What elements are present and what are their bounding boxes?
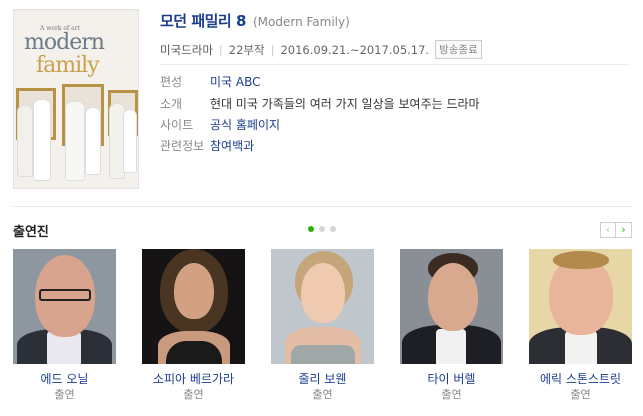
poster-figure xyxy=(110,104,124,178)
cast-name[interactable]: 타이 버렐 xyxy=(390,370,513,387)
cast-card[interactable]: 줄리 보웬 출연 xyxy=(271,249,374,401)
info-divider xyxy=(160,64,630,65)
info-key: 사이트 xyxy=(160,118,194,132)
poster-image[interactable]: A work of art modern family xyxy=(13,9,139,189)
poster-figure xyxy=(34,100,50,180)
cast-card[interactable]: 타이 버렐 출연 xyxy=(400,249,503,401)
cast-role: 출연 xyxy=(183,388,204,401)
meta-separator: | xyxy=(218,42,223,57)
photo-dress xyxy=(291,345,355,364)
info-value-network[interactable]: 미국 ABC xyxy=(210,73,261,90)
pager-dot[interactable] xyxy=(319,226,325,232)
photo-hair xyxy=(553,251,609,269)
info-key: 편성 xyxy=(160,75,183,89)
carousel-nav: ‹ › xyxy=(600,222,632,238)
photo-shirt xyxy=(436,329,466,364)
meta-row: 미국드라마 | 22부작 | 2016.09.21.~2017.05.17. 방… xyxy=(160,40,482,59)
cast-name[interactable]: 에릭 스톤스트릿 xyxy=(519,370,642,387)
chevron-left-icon: ‹ xyxy=(605,223,611,236)
photo-head xyxy=(428,263,478,331)
original-title: (Modern Family) xyxy=(252,15,350,29)
cast-card[interactable]: 에드 오닐 출연 xyxy=(13,249,116,401)
status-badge: 방송종료 xyxy=(435,40,482,59)
photo-head xyxy=(301,263,345,323)
info-row-site: 사이트 공식 홈페이지 xyxy=(160,116,280,133)
info-row-network: 편성 미국 ABC xyxy=(160,73,261,90)
cast-photo[interactable] xyxy=(271,249,374,364)
poster-artwork: A work of art modern family xyxy=(14,10,138,188)
poster-figure xyxy=(124,110,136,172)
broadcast-period: 2016.09.21.~2017.05.17. xyxy=(280,42,430,57)
poster-logo-line2: family xyxy=(36,53,100,78)
info-row-summary: 소개 현대 미국 가족들의 여러 가지 일상을 보여주는 드라마 xyxy=(160,95,480,112)
official-site-link[interactable]: 공식 홈페이지 xyxy=(210,116,280,133)
info-key: 관련정보 xyxy=(160,139,205,153)
cast-role: 출연 xyxy=(441,388,462,401)
info-value-summary: 현대 미국 가족들의 여러 가지 일상을 보여주는 드라마 xyxy=(210,97,480,111)
glasses-icon xyxy=(39,289,91,301)
cast-photo[interactable] xyxy=(13,249,116,364)
cast-photo[interactable] xyxy=(142,249,245,364)
episode-count: 22부작 xyxy=(228,42,265,57)
cast-photo[interactable] xyxy=(529,249,632,364)
poster-logo-line1: modern xyxy=(24,30,105,55)
cast-role: 출연 xyxy=(312,388,333,401)
info-key: 소개 xyxy=(160,97,183,111)
photo-head xyxy=(174,263,214,319)
cast-name[interactable]: 소피아 베르가라 xyxy=(132,370,255,387)
pager-dot-active[interactable] xyxy=(308,226,314,232)
show-title[interactable]: 모던 패밀리 8 xyxy=(160,12,246,30)
poster-figure xyxy=(86,108,100,174)
cast-name[interactable]: 에드 오닐 xyxy=(3,370,126,387)
pager-dot[interactable] xyxy=(330,226,336,232)
section-divider xyxy=(13,206,631,207)
title-row: 모던 패밀리 8 (Modern Family) xyxy=(160,10,350,31)
cast-role: 출연 xyxy=(570,388,591,401)
poster-figure xyxy=(18,106,32,176)
genre-link[interactable]: 미국드라마 xyxy=(160,42,213,58)
chevron-right-icon: › xyxy=(621,223,626,236)
related-info-link[interactable]: 참여백과 xyxy=(210,137,254,154)
info-row-related: 관련정보 참여백과 xyxy=(160,137,254,154)
cast-photo[interactable] xyxy=(400,249,503,364)
poster-figure xyxy=(66,102,84,180)
cast-card[interactable]: 소피아 베르가라 출연 xyxy=(142,249,245,401)
cast-section-title: 출연진 xyxy=(13,225,49,240)
carousel-pager xyxy=(308,226,336,232)
meta-separator: | xyxy=(270,42,275,57)
cast-card[interactable]: 에릭 스톤스트릿 출연 xyxy=(529,249,632,401)
photo-shirt xyxy=(565,331,597,364)
carousel-prev-button[interactable]: ‹ xyxy=(600,222,616,238)
cast-name[interactable]: 줄리 보웬 xyxy=(261,370,384,387)
carousel-next-button[interactable]: › xyxy=(616,222,632,238)
photo-dress xyxy=(166,341,222,364)
cast-role: 출연 xyxy=(54,388,75,401)
